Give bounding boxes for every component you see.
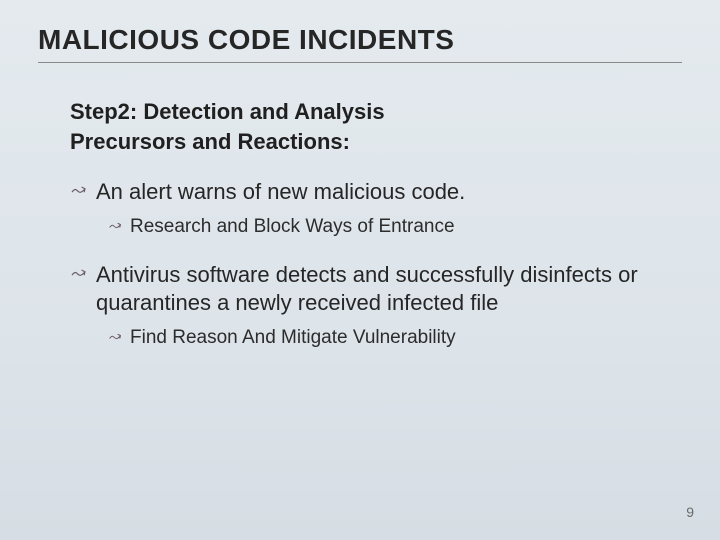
subheading-precursors: Precursors and Reactions: [70, 127, 672, 157]
list-item-text: Antivirus software detects and successfu… [96, 262, 638, 315]
slide-body: Step2: Detection and Analysis Precursors… [38, 97, 682, 350]
page-number: 9 [686, 504, 694, 520]
list-item: Antivirus software detects and successfu… [70, 261, 672, 350]
bullet-list: An alert warns of new malicious code. Re… [70, 178, 672, 350]
list-item-text: An alert warns of new malicious code. [96, 179, 465, 204]
subheading-step: Step2: Detection and Analysis [70, 97, 672, 127]
slide: MALICIOUS CODE INCIDENTS Step2: Detectio… [0, 0, 720, 540]
list-item-text: Research and Block Ways of Entrance [130, 216, 455, 237]
script-bullet-icon [108, 330, 123, 345]
list-item: Research and Block Ways of Entrance [108, 215, 672, 240]
script-bullet-icon [70, 182, 88, 200]
title-underline [38, 62, 682, 63]
slide-title: MALICIOUS CODE INCIDENTS [38, 24, 682, 56]
script-bullet-icon [70, 265, 88, 283]
list-item: An alert warns of new malicious code. Re… [70, 178, 672, 239]
list-item-text: Find Reason And Mitigate Vulnerability [130, 327, 456, 348]
script-bullet-icon [108, 219, 123, 234]
sub-bullet-list: Find Reason And Mitigate Vulnerability [108, 326, 672, 351]
sub-bullet-list: Research and Block Ways of Entrance [108, 215, 672, 240]
list-item: Find Reason And Mitigate Vulnerability [108, 326, 672, 351]
